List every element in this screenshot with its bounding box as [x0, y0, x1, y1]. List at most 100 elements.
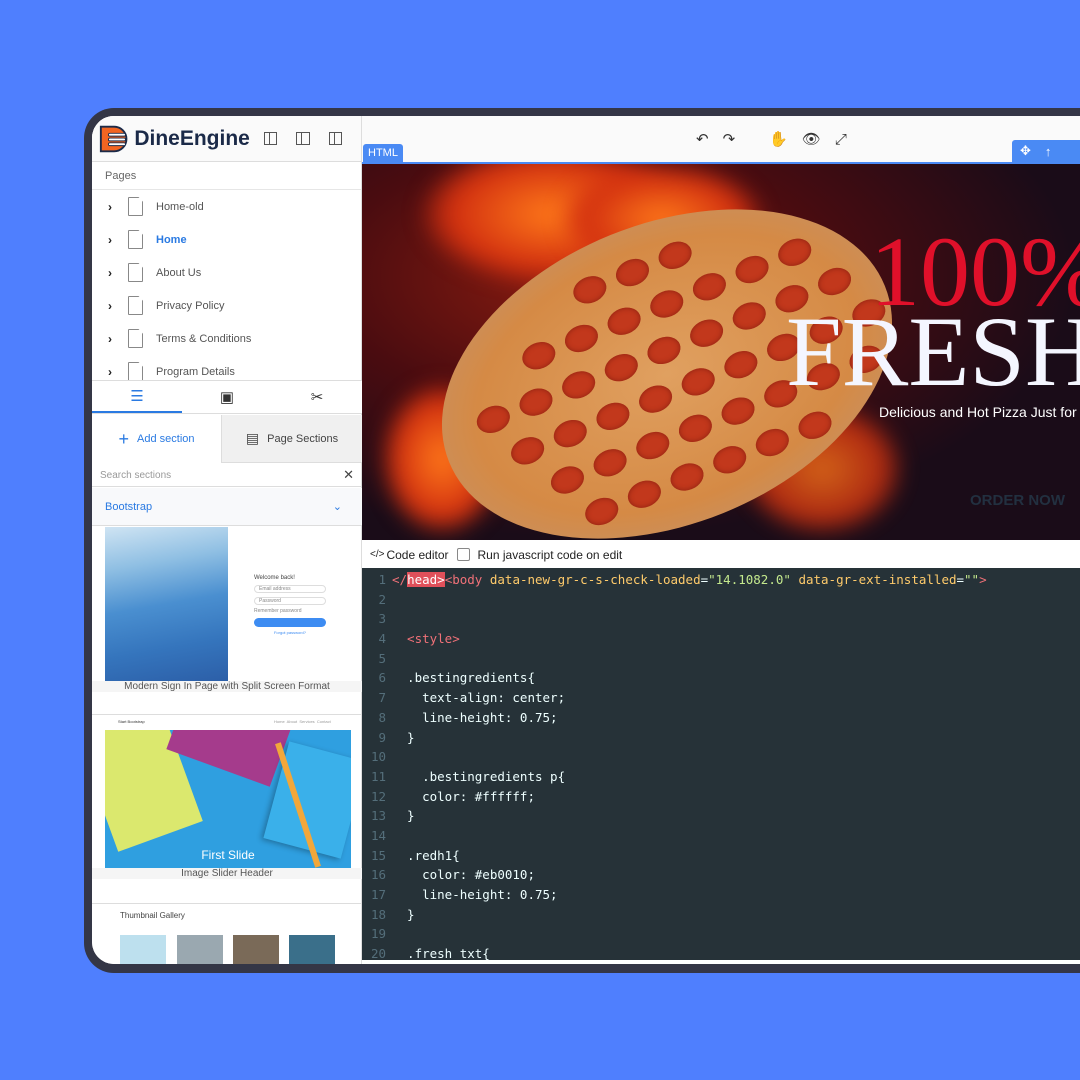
page-item-about-us[interactable]: › About Us — [92, 256, 361, 289]
code-line[interactable]: 1 </head><body data-new-gr-c-s-check-load… — [362, 572, 1080, 592]
code-line[interactable]: 18 } — [362, 907, 1080, 927]
code-line[interactable]: 15 .redh1{ — [362, 848, 1080, 868]
undo-icon[interactable]: ↶ — [696, 130, 709, 148]
page-item-home[interactable]: › Home — [92, 223, 361, 256]
page-list: › Home-old › Home › About Us › Privacy Polic… — [92, 190, 361, 388]
password-preview: Password — [254, 597, 326, 605]
chevron-right-icon[interactable]: › — [92, 233, 128, 247]
line-number: 9 — [378, 729, 386, 745]
chevron-right-icon[interactable]: › — [92, 266, 128, 280]
tab-blocks[interactable]: ▣ — [182, 381, 272, 413]
code-line[interactable]: 16 color: #eb0010; — [362, 867, 1080, 887]
section-thumbnail-slider[interactable]: Start Bootstrap Home About Services Cont… — [92, 714, 362, 884]
page-sections-label: Page Sections — [267, 432, 339, 445]
order-now-button[interactable]: ORDER NOW — [970, 492, 1065, 509]
slider-brand: Start Bootstrap — [118, 719, 145, 724]
pepperoni — [632, 427, 674, 464]
remember-preview: Remember password — [254, 608, 302, 614]
pepperoni — [611, 254, 654, 291]
chevron-right-icon[interactable]: › — [92, 332, 128, 346]
layout-left-icon[interactable] — [263, 132, 278, 145]
tab-tools[interactable]: ✂ — [272, 381, 362, 413]
redo-icon[interactable]: ↷ — [723, 130, 736, 148]
select-parent-icon[interactable]: ↑ — [1045, 144, 1052, 159]
logo-bar: DineEngine — [92, 116, 361, 162]
code-line[interactable]: 6 .bestingredients{ — [362, 670, 1080, 690]
run-js-checkbox[interactable] — [456, 548, 470, 561]
pepperoni — [774, 233, 816, 271]
close-icon[interactable]: ✕ — [343, 467, 354, 483]
file-icon — [128, 230, 143, 249]
code-line[interactable]: 13 } — [362, 808, 1080, 828]
element-actions: ✥ ↑ — [1012, 140, 1080, 162]
pepperoni — [685, 314, 728, 352]
gallery-image — [289, 935, 335, 964]
code-line[interactable]: 4 <style> — [362, 631, 1080, 651]
pepperoni — [603, 302, 645, 340]
welcome-text: Welcome back! — [254, 575, 295, 581]
pepperoni — [592, 397, 634, 435]
pepperoni — [688, 268, 731, 306]
page-item-terms[interactable]: › Terms & Conditions — [92, 322, 361, 355]
line-number: 18 — [370, 906, 386, 922]
line-text: color: #ffffff; — [392, 788, 535, 804]
hero-banner[interactable]: 100% FRESH Delicious and Hot Pizza Just … — [362, 162, 1080, 540]
category-label: Bootstrap — [105, 500, 153, 513]
add-section-button[interactable]: + Add section — [92, 415, 221, 463]
code-line[interactable]: 10 — [362, 749, 1080, 769]
pepperoni — [643, 332, 685, 369]
line-text: .fresh_txt{ — [392, 946, 490, 960]
line-number: 19 — [370, 926, 386, 942]
code-editor[interactable]: 1 </head><body data-new-gr-c-s-check-load… — [362, 568, 1080, 960]
line-text: } — [392, 729, 415, 745]
hand-icon[interactable]: ✋ — [769, 130, 788, 148]
code-line[interactable]: 9 } — [362, 730, 1080, 750]
chevron-right-icon[interactable]: › — [92, 200, 128, 214]
code-line[interactable]: 2 — [362, 592, 1080, 612]
fullscreen-icon[interactable]: ⤢ — [835, 131, 847, 148]
code-line[interactable]: 20 .fresh_txt{ — [362, 946, 1080, 960]
page-sections-button[interactable]: ▤ Page Sections — [221, 415, 362, 463]
chevron-down-icon[interactable]: ⌄ — [333, 500, 342, 513]
section-thumbnail-gallery[interactable]: Thumbnail Gallery — [92, 903, 362, 964]
code-line[interactable]: 3 — [362, 611, 1080, 631]
code-editor-bar: </> Code editor Run javascript code on e… — [362, 541, 1080, 568]
layout-right-icon[interactable] — [328, 132, 342, 145]
code-line[interactable]: 12 color: #ffffff; — [362, 789, 1080, 809]
code-line[interactable]: 17 line-height: 0.75; — [362, 887, 1080, 907]
dineengine-logo-icon — [99, 125, 128, 152]
code-line[interactable]: 5 — [362, 651, 1080, 671]
forgot-preview: Forgot password? — [273, 630, 306, 635]
section-thumbnail-signin[interactable]: Welcome back! Email address Password Rem… — [92, 527, 362, 693]
pepperoni — [666, 458, 708, 496]
file-icon — [128, 296, 143, 315]
canvas-area: ↶ ↷ ✋ 👁 ⤢ HTML ✥ ↑ 100% FRESH Delicious a… — [362, 116, 1080, 964]
move-icon[interactable]: ✥ — [1020, 143, 1031, 159]
gallery-image — [177, 935, 223, 964]
code-line[interactable]: 7 text-align: center; — [362, 690, 1080, 710]
editor-window: DineEngine Pages › Home-old › Home › About … — [92, 116, 1080, 964]
line-number: 16 — [370, 867, 386, 883]
file-icon — [128, 197, 143, 216]
pepperoni — [709, 441, 751, 479]
chevron-right-icon[interactable]: › — [92, 299, 128, 313]
eye-icon[interactable]: 👁 — [802, 130, 821, 148]
pepperoni — [794, 406, 836, 444]
gallery-title: Thumbnail Gallery — [120, 911, 185, 920]
layout-split-icon[interactable] — [296, 132, 310, 145]
code-line[interactable]: 11 .bestingredients p{ — [362, 769, 1080, 789]
page-item-home-old[interactable]: › Home-old — [92, 190, 361, 223]
sections-icon: ☰ — [130, 388, 144, 405]
pepperoni — [569, 271, 611, 309]
chevron-right-icon[interactable]: › — [92, 365, 128, 379]
tab-sections[interactable]: ☰ — [92, 381, 182, 413]
category-bootstrap[interactable]: Bootstrap ⌄ — [92, 488, 362, 526]
page-item-privacy-policy[interactable]: › Privacy Policy — [92, 289, 361, 322]
search-sections-input[interactable]: Search sections ✕ — [92, 464, 362, 487]
code-line[interactable]: 8 line-height: 0.75; — [362, 710, 1080, 730]
line-text: color: #eb0010; — [392, 867, 535, 883]
code-line[interactable]: 14 — [362, 828, 1080, 848]
file-icon — [128, 329, 143, 348]
sidebar: DineEngine Pages › Home-old › Home › About … — [92, 116, 362, 964]
code-line[interactable]: 19 — [362, 926, 1080, 946]
